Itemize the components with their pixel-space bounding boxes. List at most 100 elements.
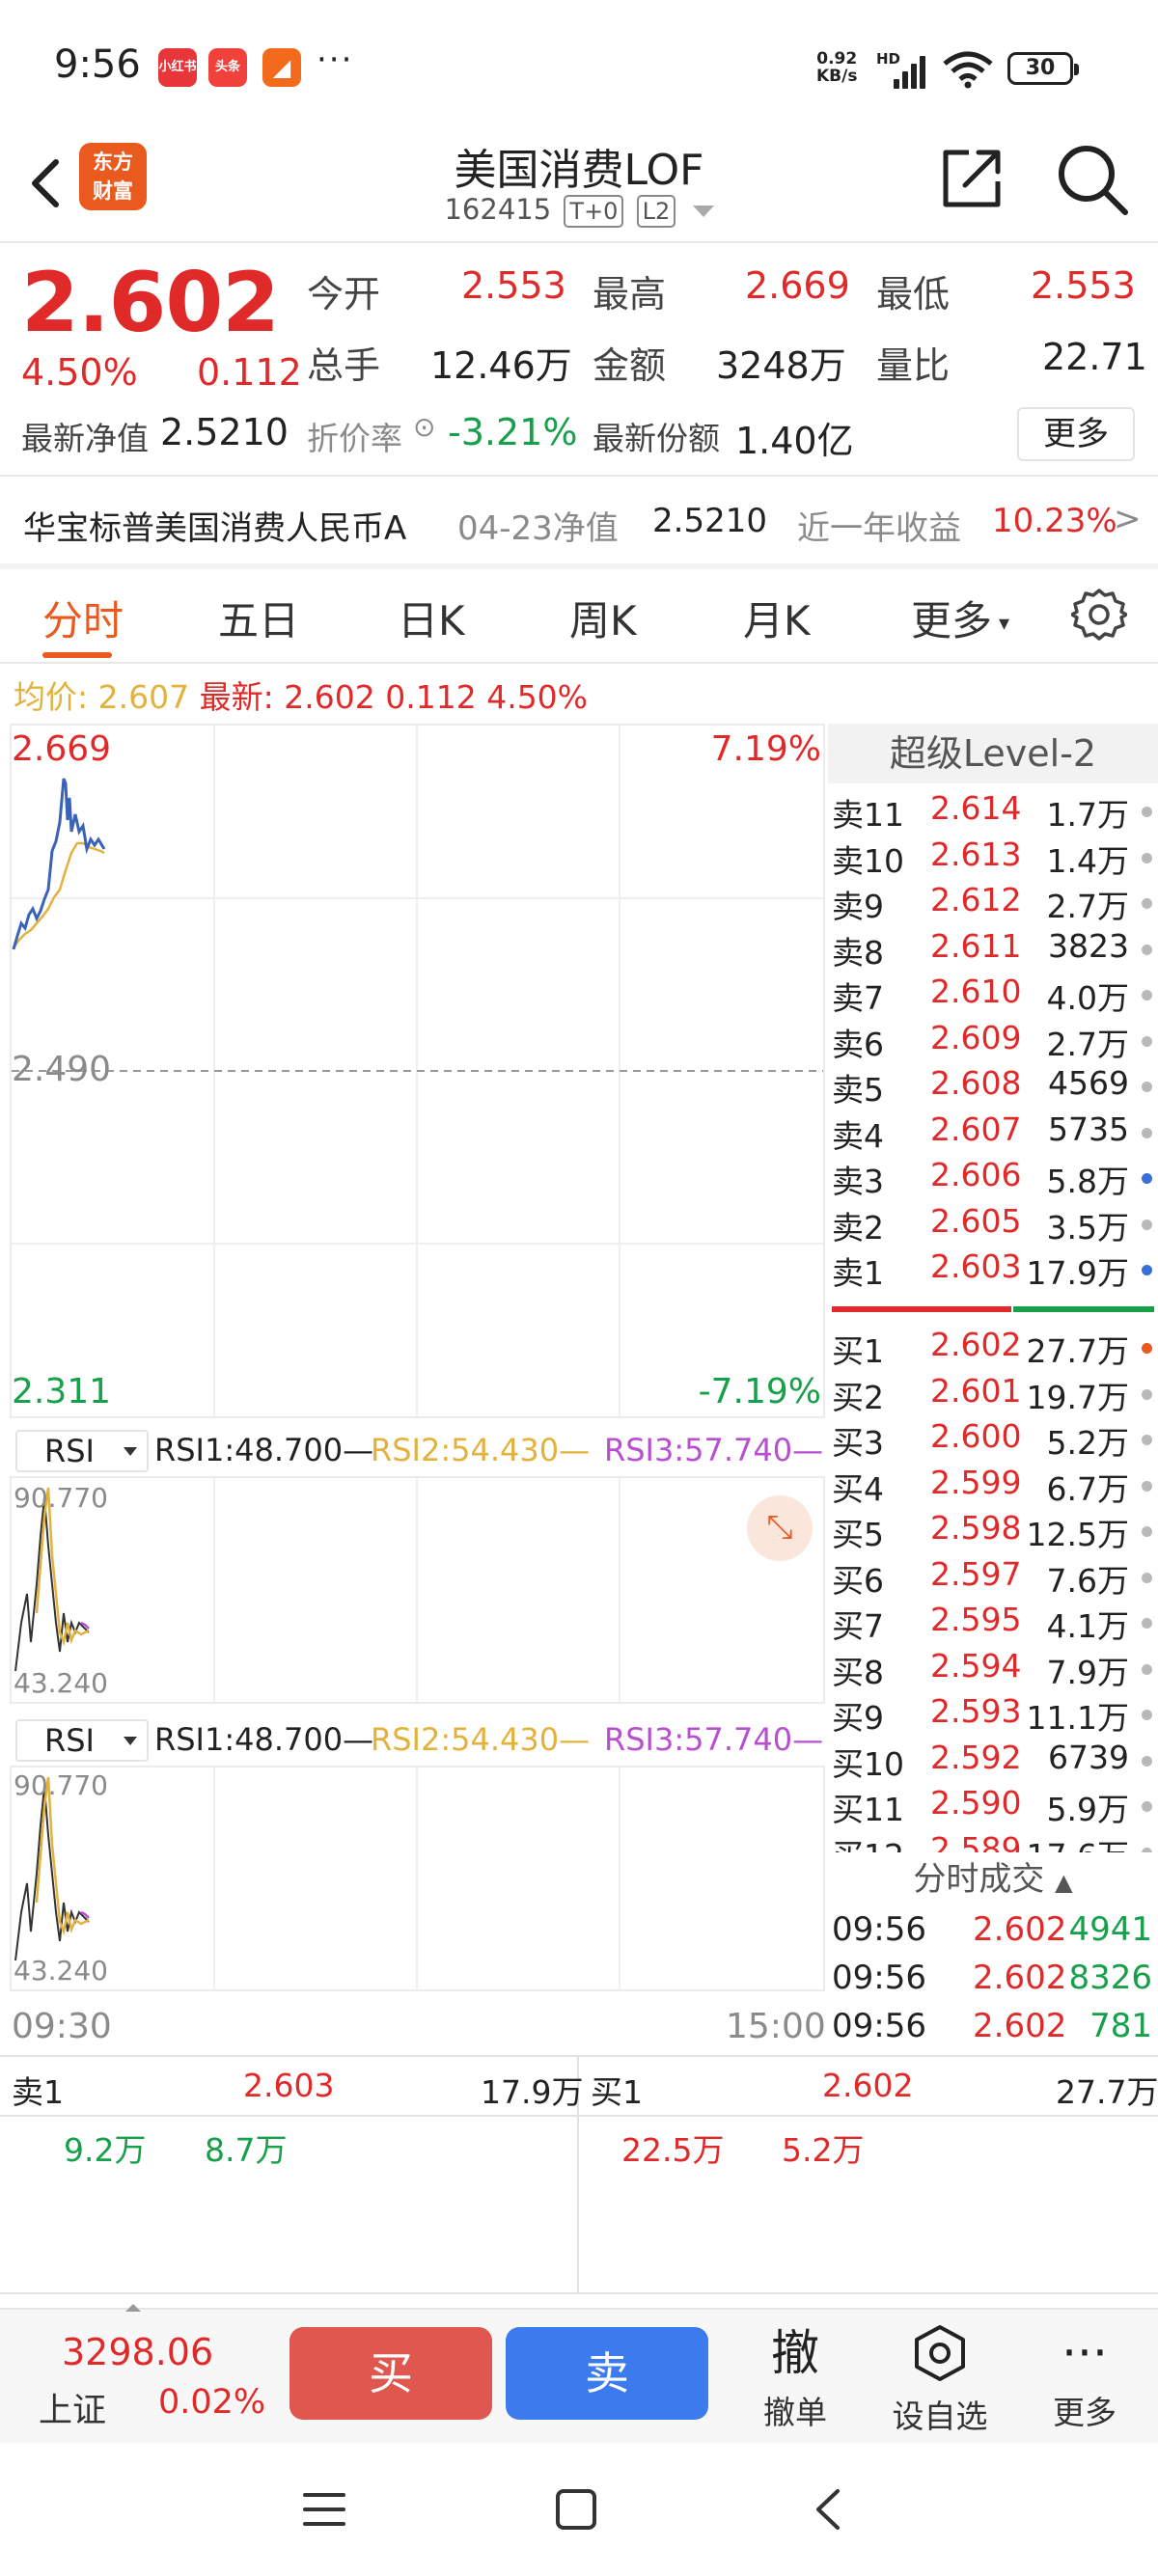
status-dot: [1142, 1710, 1152, 1720]
indicator-select[interactable]: RSI: [15, 1430, 149, 1472]
trade-row: 09:56 2.602 4941: [832, 1910, 1152, 1949]
fund-name: 华宝标普美国消费人民币A: [23, 509, 407, 548]
ask-level-label: 卖11: [832, 796, 904, 834]
divider: [0, 662, 1158, 664]
bid-volume: 27.7万: [1026, 1332, 1129, 1370]
network-speed: 0.92 KB/s: [816, 49, 858, 86]
quote-panel: 2.602 4.50% 0.112 今开 2.553 最高 2.669 最低 2…: [0, 243, 1158, 475]
indicator-select[interactable]: RSI: [15, 1719, 149, 1762]
home-icon[interactable]: [554, 2487, 598, 2532]
year-return-label: 近一年收益: [797, 509, 961, 548]
expand-icon[interactable]: ⤡: [747, 1495, 813, 1561]
status-dot: [1142, 898, 1152, 909]
status-dot: [1142, 944, 1152, 955]
ask-level-label: 卖2: [832, 1208, 884, 1247]
tab-weekly-k[interactable]: 周K: [569, 589, 637, 647]
chevron-up-icon[interactable]: [125, 2304, 141, 2312]
ask-volume: 3823: [1048, 926, 1129, 965]
header: 东方 财富 美国消费LOF 162415 T+0 L2: [0, 135, 1158, 243]
bid-row: 买9 2.593 11.1万: [828, 1692, 1158, 1739]
tab-intraday[interactable]: 分时: [42, 589, 124, 647]
shares-value: 1.40亿: [735, 420, 854, 462]
gear-icon[interactable]: [1071, 587, 1127, 643]
intraday-summary: 均价: 2.607 最新: 2.602 0.112 4.50%: [14, 678, 589, 716]
tab-five-day[interactable]: 五日: [218, 589, 299, 647]
l2-tag: L2: [636, 195, 676, 228]
volume-value: 12.46万: [430, 344, 572, 387]
volume-ratio-value: 22.71: [1042, 336, 1147, 378]
search-icon[interactable]: [1054, 141, 1131, 218]
status-dot: [1142, 1082, 1152, 1092]
share-icon[interactable]: [938, 145, 1006, 212]
tick-trades-title[interactable]: 分时成交 ▲: [828, 1852, 1158, 1906]
rsi-chart-1: [14, 1478, 620, 1702]
back-nav-icon[interactable]: [809, 2485, 847, 2534]
chevron-down-icon[interactable]: [692, 206, 714, 217]
avg-price-line: [13, 841, 105, 948]
bid-volume: 4.1万: [1046, 1607, 1129, 1645]
intraday-chart[interactable]: 2.669 2.490 2.311 7.19% -7.19%: [10, 724, 825, 1418]
bid-row: 买11 2.590 5.9万: [828, 1784, 1158, 1830]
bid-row: 买2 2.601 19.7万: [828, 1372, 1158, 1418]
fund-info-row[interactable]: 华宝标普美国消费人民币A 04-23净值 2.5210 近一年收益 10.23%…: [0, 480, 1158, 563]
open-label: 今开: [307, 273, 381, 315]
sell-button[interactable]: 卖: [506, 2327, 708, 2420]
status-dot: [1142, 1801, 1152, 1812]
status-dot: [1142, 1480, 1152, 1492]
tab-daily-k[interactable]: 日K: [398, 589, 465, 647]
ask-price: 2.611: [930, 926, 1022, 965]
y-axis-mid: 2.490: [12, 1050, 112, 1089]
divider: [0, 475, 1158, 477]
rsi-panel-2[interactable]: RSI RSI1:48.700— RSI2:54.430— RSI3:57.74…: [10, 1715, 825, 2007]
level2-orderbook[interactable]: 超级Level-2 卖11 2.614 1.7万 卖10 2.613 1.4万 卖9 2.61…: [828, 724, 1158, 1852]
order-panel: 卖1 2.603 17.9万 买1 2.602 27.7万 9.2万 8.7万 …: [0, 2055, 1158, 2296]
bid-volume: 7.9万: [1046, 1653, 1129, 1691]
buy-button[interactable]: 买: [290, 2327, 492, 2420]
ask-level-label: 卖10: [832, 841, 904, 880]
bid-row: 买5 2.598 12.5万: [828, 1509, 1158, 1555]
tab-monthly-k[interactable]: 月K: [743, 589, 811, 647]
cancel-order-button[interactable]: 撤 撤单: [737, 2323, 853, 2433]
status-dot: [1142, 1035, 1152, 1047]
index-name: 上证: [39, 2392, 107, 2430]
more-dots-icon: ···: [1062, 2325, 1108, 2381]
ask-price: 2.613: [930, 835, 1022, 873]
ask1-label: 卖1: [12, 2073, 64, 2111]
year-return-value: 10.23%: [992, 502, 1117, 540]
ask-row: 卖9 2.612 2.7万: [828, 881, 1158, 927]
bid-price: 2.599: [930, 1463, 1022, 1501]
tick-trades[interactable]: 分时成交 ▲ 09:56 2.602 4941 09:56 2.602 8326…: [828, 1852, 1158, 2055]
ask-row: 卖8 2.611 3823: [828, 927, 1158, 973]
tab-more[interactable]: 更多 ▾: [911, 589, 1009, 647]
quote-more-button[interactable]: 更多: [1017, 407, 1135, 461]
ask-price: 2.603: [930, 1247, 1022, 1285]
status-dot: [1142, 1343, 1152, 1354]
clock: 9:56: [54, 42, 141, 87]
level2-title[interactable]: 超级Level-2: [828, 724, 1158, 783]
bid-price: 2.601: [930, 1371, 1022, 1410]
ask-volume: 1.7万: [1046, 796, 1129, 834]
info-icon[interactable]: ⊙: [413, 411, 435, 443]
ask-volume: 5735: [1048, 1110, 1129, 1148]
more-button[interactable]: ··· 更多: [1027, 2323, 1143, 2433]
menu-icon[interactable]: [301, 2489, 347, 2530]
ask-volume: 5.8万: [1046, 1163, 1129, 1200]
rsi-header: RSI RSI1:48.700— RSI2:54.430— RSI3:57.74…: [10, 1426, 825, 1476]
status-dot: [1142, 1618, 1152, 1629]
add-watchlist-button[interactable]: 设自选: [882, 2323, 998, 2437]
ask-row: 卖2 2.605 3.5万: [828, 1202, 1158, 1248]
rsi-panel-1[interactable]: RSI RSI1:48.700— RSI2:54.430— RSI3:57.74…: [10, 1426, 825, 1715]
rsi-y-top: 90.770: [14, 1769, 108, 1801]
status-dot: [1142, 990, 1152, 1000]
bid-price: 2.594: [930, 1646, 1022, 1685]
open-value: 2.553: [461, 264, 566, 307]
rsi-y-bottom: 43.240: [14, 1955, 108, 1987]
ask-row: 卖7 2.610 4.0万: [828, 973, 1158, 1019]
fund-nav: 2.5210: [652, 502, 767, 540]
bid-row: 买1 2.602 27.7万: [828, 1326, 1158, 1372]
bid-row: 买12 2.58917.6万: [828, 1830, 1158, 1852]
low-value: 2.553: [1031, 264, 1136, 307]
ask-volume: 17.9万: [1026, 1254, 1129, 1292]
bid-level-label: 买5: [832, 1516, 884, 1553]
ask-row: 卖10 2.613 1.4万: [828, 836, 1158, 882]
